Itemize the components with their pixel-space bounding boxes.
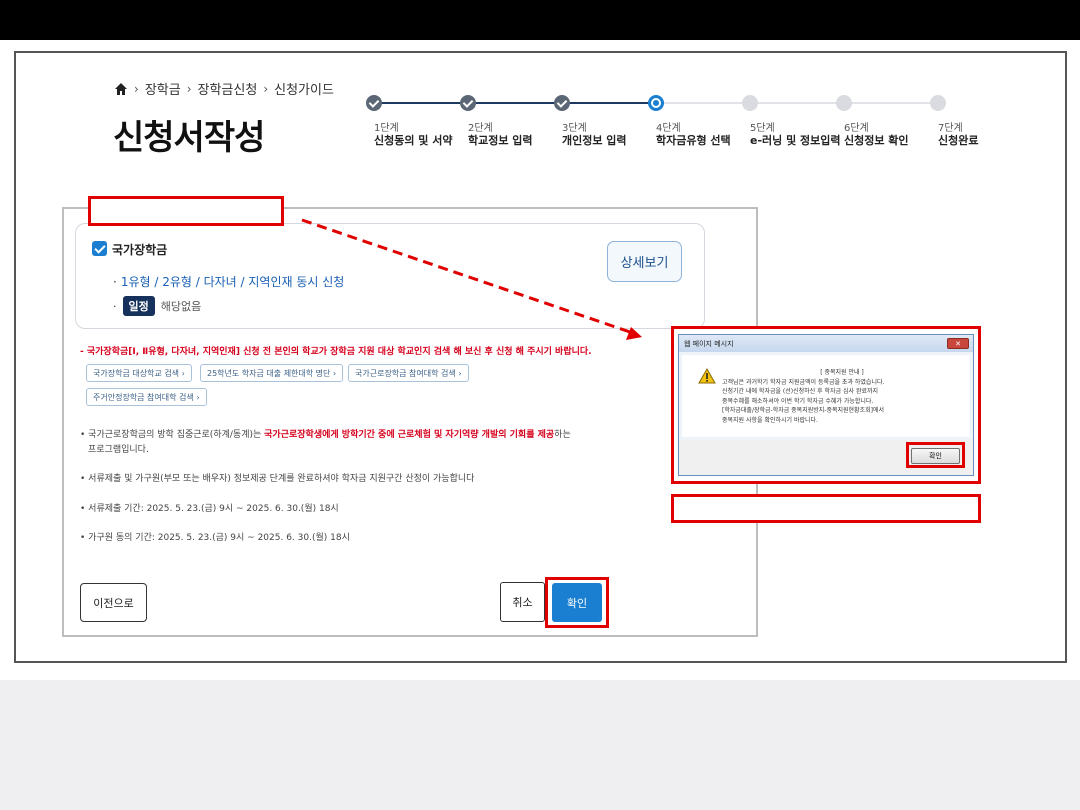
bottom-gray-band [0, 680, 1080, 810]
link-label: 주거안정장학금 참여대학 검색 [93, 392, 194, 402]
chevron-right-icon: › [332, 368, 337, 378]
scholarship-types-text: 1유형 / 2유형 / 다자녀 / 지역인재 동시 신청 [120, 275, 345, 289]
step-name: 신청완료 [938, 134, 979, 147]
breadcrumb: › 장학금 › 장학금신청 › 신청가이드 [114, 79, 334, 98]
confirm-button[interactable]: 확인 [552, 583, 602, 622]
home-icon[interactable] [114, 82, 128, 96]
step-done-check-icon [554, 95, 570, 111]
info-text: 하는 [554, 430, 571, 440]
info-highlight: 국가근로장학생에게 방학기간 중에 근로체험 및 자기역량 개발의 기회를 제공 [264, 430, 555, 440]
scholarship-title: 국가장학금 [112, 243, 168, 257]
step-name: 학자금유형 선택 [656, 134, 731, 147]
step-pending-icon [930, 95, 946, 111]
dialog-message: [ 중복지원 안내 ] 고객님은 과거학기 학자금 지원금액이 등록금을 초과 … [722, 368, 962, 426]
step-indicator: 1단계 신청동의 및 서약 2단계 학교정보 입력 3단계 개인정보 입력 4단… [366, 93, 986, 153]
step-name: e-러닝 및 정보입력 [750, 134, 841, 147]
step-progress-line-todo [664, 102, 946, 104]
close-icon[interactable]: ✕ [947, 338, 969, 349]
info-family-consent-period: • 가구원 동의 기간: 2025. 5. 23.(금) 9시 ~ 2025. … [80, 533, 350, 543]
dialog-line: 중복지원 사항을 확인하시기 바랍니다. [722, 416, 818, 424]
chevron-right-icon: › [134, 81, 139, 96]
notice-red-text: - 국가장학금[Ⅰ, Ⅱ유형, 다자녀, 지역인재] 신청 전 본인의 학교가 … [80, 347, 592, 357]
cancel-button[interactable]: 취소 [500, 582, 545, 622]
breadcrumb-item-guide[interactable]: 신청가이드 [274, 79, 334, 98]
info-work-study: • 국가근로장학금의 방학 집중근로(하계/동계)는 국가근로장학생에게 방학기… [80, 428, 571, 442]
prev-button[interactable]: 이전으로 [80, 583, 147, 622]
dialog-line: 고객님은 과거학기 학자금 지원금액이 등록금을 초과 하였습니다. [722, 378, 885, 386]
link-eligible-schools[interactable]: 국가장학금 대상학교 검색 › [86, 364, 192, 382]
dialog-line: 중복수혜를 해소하셔야 이번 학기 학자금 수혜가 가능합니다. [722, 397, 874, 405]
scholarship-types: · 1유형 / 2유형 / 다자녀 / 지역인재 동시 신청 [113, 275, 345, 289]
scholarship-checkbox[interactable] [92, 241, 107, 256]
link-label: 국가장학금 대상학교 검색 [93, 368, 180, 378]
step-done-check-icon [460, 95, 476, 111]
step-pending-icon [742, 95, 758, 111]
chevron-right-icon: › [186, 81, 192, 96]
step-pending-icon [836, 95, 852, 111]
chevron-right-icon: › [196, 392, 200, 402]
info-document-period: • 서류제출 기간: 2025. 5. 23.(금) 9시 ~ 2025. 6.… [80, 504, 339, 514]
chevron-right-icon: › [181, 368, 185, 378]
link-loan-restricted-schools[interactable]: 25학년도 학자금 대출 제한대학 명단 › [200, 364, 344, 382]
info-work-study-cont: 프로그램입니다. [88, 445, 149, 455]
dialog-title: 웹 페이지 메시지 [684, 340, 734, 348]
status-badge: 일정 [122, 296, 155, 316]
step-name: 학교정보 입력 [468, 134, 533, 147]
step-current-icon [648, 95, 664, 111]
scholarship-status: · 일정 해당없음 [113, 296, 201, 316]
dialog-heading: [ 중복지원 안내 ] [820, 369, 864, 376]
breadcrumb-item-scholarship[interactable]: 장학금 [145, 79, 181, 98]
info-text: • 국가근로장학금의 방학 집중근로(하계/동계)는 [80, 430, 265, 440]
dialog-line: [학자금대출/장학금-학자금 중복지원방지-중복지원현황조회]에서 [722, 407, 884, 415]
link-work-study-schools[interactable]: 국가근로장학금 참여대학 검색 › [348, 364, 469, 382]
step-done-check-icon [366, 95, 382, 111]
step-name: 신청정보 확인 [844, 134, 909, 147]
warning-icon [698, 367, 716, 384]
chevron-right-icon: › [458, 368, 462, 378]
page-title: 신청서작성 [113, 118, 265, 158]
dialog-ok-button[interactable]: 확인 [911, 448, 960, 464]
link-label: 국가근로장학금 참여대학 검색 [355, 368, 456, 378]
step-progress-line-done [374, 102, 664, 104]
status-text: 해당없음 [160, 300, 202, 313]
link-label: 25학년도 학자금 대출 제한대학 명단 [207, 368, 331, 378]
annotation-red-box-top [88, 196, 284, 226]
chevron-right-icon: › [263, 81, 269, 96]
link-housing-schools[interactable]: 주거안정장학금 참여대학 검색 › [86, 388, 207, 406]
breadcrumb-item-apply[interactable]: 장학금신청 [198, 79, 258, 98]
annotation-red-box-bottom [671, 494, 981, 523]
dialog-line: 신청기간 내에 학자금을 (선)신청하신 후 학자금 심사 완료까지 [722, 388, 879, 396]
info-documents: • 서류제출 및 가구원(부모 또는 배우자) 정보제공 단계를 완료하셔야 학… [80, 474, 475, 484]
step-name: 신청동의 및 서약 [374, 134, 453, 147]
step-name: 개인정보 입력 [562, 134, 627, 147]
top-black-bar [0, 0, 1080, 40]
detail-view-button[interactable]: 상세보기 [607, 241, 682, 282]
